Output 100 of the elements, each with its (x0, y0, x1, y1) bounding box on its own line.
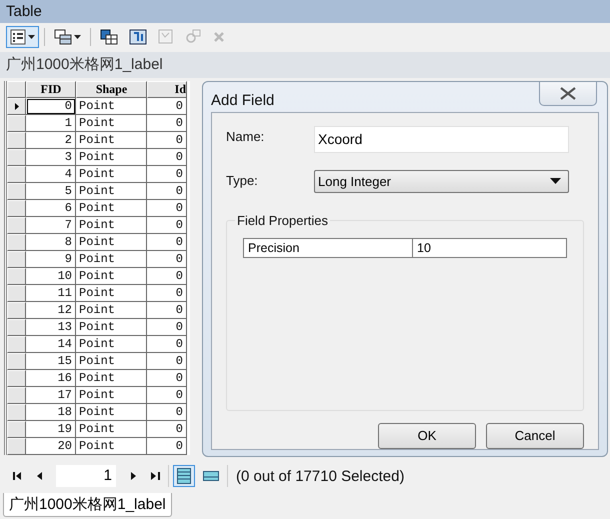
table-cell: 0 (147, 284, 187, 302)
table-cell: 0 (147, 114, 187, 132)
table-cell: 0 (147, 216, 187, 234)
dropdown-caret-icon (28, 34, 35, 39)
table-cell: Point (76, 284, 147, 302)
table-cell: Point (76, 438, 147, 455)
column-header[interactable]: FID (26, 80, 76, 98)
table-cell: 15 (26, 352, 76, 370)
last-icon (150, 472, 160, 480)
cancel-button[interactable]: Cancel (486, 422, 584, 449)
table-cell: 0 (147, 132, 187, 149)
dropdown-arrow-icon (550, 178, 561, 184)
list-rows-icon (177, 468, 191, 484)
table-cell: 11 (26, 284, 76, 302)
table-cell: Point (76, 268, 147, 285)
table-name: 广州1000米格网1_label (6, 55, 163, 74)
record-field[interactable]: 1 (56, 465, 116, 488)
table-cell: 20 (26, 438, 76, 455)
table-cell: 0 (147, 370, 187, 387)
table-cell: 0 (147, 268, 187, 285)
table-cell: 0 (147, 336, 187, 353)
current-row-icon (14, 102, 18, 110)
tables-icon (54, 28, 72, 45)
name-field[interactable]: Xcoord (314, 126, 569, 153)
table-cell: Point (76, 352, 147, 370)
dropdown-caret-icon (74, 34, 81, 39)
table-cell: 9 (26, 250, 76, 268)
close-button[interactable] (539, 82, 597, 106)
zoom-icon (185, 28, 201, 45)
row-selector[interactable] (7, 98, 26, 115)
table-cell: 18 (26, 404, 76, 421)
table-cell: 0 (147, 386, 187, 404)
switch-icon (129, 28, 147, 45)
table-cell: 0 (147, 420, 187, 438)
selection-status: (0 out of 17710 Selected) (236, 468, 404, 485)
table-cell: 13 (26, 318, 76, 336)
table-cell: Point (76, 98, 147, 115)
property-name: Precision (244, 238, 413, 257)
table-cell: Point (76, 182, 147, 200)
table-cell: 0 (147, 404, 187, 421)
table-select-icon (100, 28, 118, 45)
table-cell: Point (76, 166, 147, 183)
table-cell: Point (76, 370, 147, 387)
name-label: Name: (226, 128, 266, 144)
property-value[interactable]: 10 (413, 238, 431, 257)
table-cell: 0 (147, 148, 187, 166)
table-cell: Point (76, 386, 147, 404)
table-cell: 1 (26, 114, 76, 132)
table-cell: Point (76, 148, 147, 166)
table-cell: 0 (147, 302, 187, 319)
table-cell: Point (76, 234, 147, 251)
table-cell: 0 (147, 352, 187, 370)
table-cell: 0 (26, 98, 76, 115)
table-cell: Point (76, 250, 147, 268)
table-cell: 2 (26, 132, 76, 149)
clear-icon (158, 28, 174, 45)
table-cell: 10 (26, 268, 76, 285)
list-icon (10, 28, 26, 45)
ok-button[interactable]: OK (378, 422, 476, 449)
table-cell: 12 (26, 302, 76, 319)
type-dropdown[interactable]: Long Integer (314, 170, 569, 193)
next-icon (130, 472, 136, 480)
show-all-records-button[interactable] (173, 465, 195, 488)
table-cell: 0 (147, 182, 187, 200)
table-options-button[interactable] (6, 26, 39, 48)
table-cell: Point (76, 420, 147, 438)
table-cell: 8 (26, 234, 76, 251)
table-cell: 17 (26, 386, 76, 404)
table-tab[interactable]: 广州1000米格网1_label (3, 493, 172, 518)
table-cell: 3 (26, 148, 76, 166)
table-cell: 0 (147, 250, 187, 268)
table-cell: 4 (26, 166, 76, 183)
table-cell: 19 (26, 420, 76, 438)
close-icon (559, 86, 577, 100)
window-title: Table (6, 2, 42, 20)
table-cell: 7 (26, 216, 76, 234)
table-cell: 6 (26, 200, 76, 217)
table-cell: 16 (26, 370, 76, 387)
column-header[interactable]: Id (147, 80, 187, 98)
table-cell: Point (76, 200, 147, 217)
table-cell: Point (76, 302, 147, 319)
table-cell: 0 (147, 98, 187, 115)
table-cell: Point (76, 404, 147, 421)
table-cell: 0 (147, 166, 187, 183)
table-cell: 5 (26, 182, 76, 200)
table-cell: Point (76, 216, 147, 234)
table-cell: 0 (147, 234, 187, 251)
table-cell: Point (76, 318, 147, 336)
table-cell: 14 (26, 336, 76, 353)
column-header[interactable]: Shape (76, 80, 147, 98)
table-cell: Point (76, 114, 147, 132)
previous-icon (36, 472, 42, 480)
table-cell: 0 (147, 200, 187, 217)
table-cell: 0 (147, 438, 187, 455)
type-label: Type: (226, 172, 259, 188)
selected-rows-icon (203, 471, 219, 482)
dialog-title: Add Field (211, 92, 274, 109)
group-title: Field Properties (235, 212, 330, 228)
table-cell: Point (76, 132, 147, 149)
table-cell: 0 (147, 318, 187, 336)
